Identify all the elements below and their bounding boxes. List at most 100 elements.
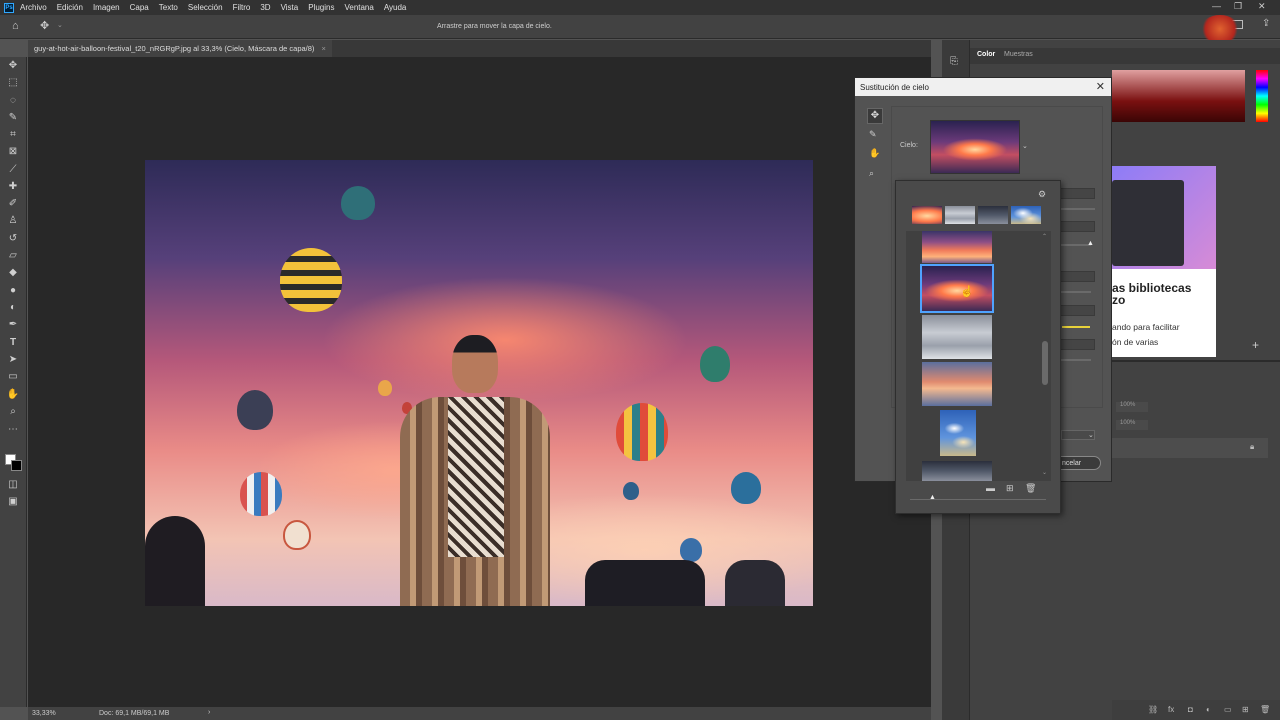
home-icon[interactable]: ⌂ — [12, 20, 19, 32]
quick-select-tool[interactable]: ✎ — [6, 111, 20, 125]
move-tool-icon[interactable]: ✥ — [40, 19, 49, 32]
pen-tool[interactable]: ✒ — [6, 318, 20, 332]
new-sky-icon[interactable]: ⊞ — [1006, 483, 1014, 494]
opacity-field[interactable]: 100% — [1116, 402, 1148, 412]
link-layers-icon[interactable]: ⛓ — [1148, 705, 1158, 714]
hand-tool-icon[interactable]: ✋ — [869, 148, 880, 159]
adjustment-icon[interactable]: ◐ — [1206, 705, 1211, 714]
restore-button[interactable]: ❐ — [1234, 1, 1242, 12]
settings-gear-icon[interactable]: ⚙ — [1038, 189, 1046, 200]
output-dropdown[interactable]: ⌄ — [1061, 430, 1095, 440]
chevron-down-icon[interactable]: ⌄ — [57, 21, 63, 29]
history-panel-icon[interactable]: ⎘ — [950, 56, 958, 67]
thumbnail-size-thumb[interactable]: ▲ — [929, 494, 936, 501]
blur-tool[interactable]: ● — [6, 284, 20, 298]
frame-tool[interactable]: ⊠ — [6, 145, 20, 159]
marquee-tool[interactable]: ⬚ — [6, 76, 20, 90]
preset-group-grey-blue[interactable] — [978, 206, 1008, 224]
layer-row[interactable]: 🔒︎ — [1112, 438, 1268, 458]
menu-seleccion[interactable]: Selección — [188, 3, 223, 12]
minimize-button[interactable]: — — [1212, 1, 1221, 11]
menu-imagen[interactable]: Imagen — [93, 3, 120, 12]
dialog-field-4[interactable] — [1055, 305, 1095, 316]
menu-ventana[interactable]: Ventana — [344, 3, 373, 12]
menu-ayuda[interactable]: Ayuda — [384, 3, 407, 12]
list-scrollbar-thumb[interactable] — [1042, 341, 1048, 385]
document-image[interactable] — [145, 160, 813, 606]
menu-plugins[interactable]: Plugins — [308, 3, 334, 12]
sky-thumbnail-1[interactable] — [922, 231, 992, 263]
close-window-button[interactable]: ✕ — [1258, 1, 1266, 12]
sky-thumbnail-2-selected[interactable]: ☝ — [920, 264, 994, 313]
trash-icon[interactable]: 🗑︎ — [1260, 705, 1270, 714]
sky-thumbnail-list[interactable]: ☝ — [906, 231, 1051, 481]
tab-muestras[interactable]: Muestras — [1004, 51, 1033, 58]
color-picker-field[interactable] — [1112, 70, 1245, 122]
tab-color[interactable]: Color — [977, 51, 995, 58]
preset-group-grey[interactable] — [945, 206, 975, 224]
zoom-tool-icon[interactable]: ⌕ — [869, 168, 874, 179]
sky-move-tool[interactable]: ✥ — [867, 108, 883, 124]
sky-thumbnail-3[interactable] — [922, 315, 992, 359]
menu-capa[interactable]: Capa — [130, 3, 149, 12]
sky-thumbnail-6[interactable] — [922, 461, 992, 481]
menu-filtro[interactable]: Filtro — [233, 3, 251, 12]
slider-thumb-icon[interactable]: ▲ — [1087, 240, 1094, 247]
group-icon[interactable]: ▭ — [1224, 705, 1232, 714]
sky-dropdown-arrow[interactable]: ⌄ — [1022, 142, 1028, 150]
sky-brush-tool[interactable]: ✎ — [869, 129, 877, 140]
menu-texto[interactable]: Texto — [159, 3, 178, 12]
paint-bucket-tool[interactable]: ◆ — [6, 266, 20, 280]
dialog-slider-1[interactable] — [1055, 208, 1095, 210]
healing-brush-tool[interactable]: ✚ — [6, 180, 20, 194]
preset-group-blue[interactable] — [1011, 206, 1041, 224]
menu-3d[interactable]: 3D — [260, 3, 270, 12]
share-icon[interactable]: ⇪ — [1262, 18, 1270, 29]
lasso-tool[interactable]: ◌ — [6, 94, 20, 108]
background-color-swatch[interactable] — [11, 460, 22, 471]
mask-icon[interactable]: ◘ — [1188, 705, 1193, 714]
dialog-field-1[interactable] — [1055, 188, 1095, 199]
hue-slider[interactable] — [1256, 70, 1268, 122]
menu-archivo[interactable]: Archivo — [20, 3, 47, 12]
new-layer-icon[interactable]: ⊞ — [1242, 705, 1249, 714]
dialog-field-3[interactable] — [1055, 271, 1095, 282]
zoom-tool[interactable]: ⌕ — [6, 405, 20, 419]
clone-stamp-tool[interactable]: ♙ — [6, 214, 20, 228]
new-folder-icon[interactable]: ▬ — [986, 483, 995, 493]
zoom-level[interactable]: 33,33% — [32, 710, 56, 717]
delete-sky-icon[interactable]: 🗑︎ — [1025, 483, 1036, 494]
rectangle-tool[interactable]: ▭ — [6, 370, 20, 384]
more-tools-icon[interactable]: ⋯ — [6, 423, 20, 437]
dialog-close-button[interactable]: ✕ — [1096, 80, 1105, 93]
dialog-field-2[interactable] — [1055, 221, 1095, 232]
sky-thumbnail-5[interactable] — [940, 410, 976, 456]
dodge-tool[interactable]: ◐ — [6, 301, 20, 315]
screen-mode-icon[interactable]: ▣ — [6, 495, 20, 509]
hand-tool[interactable]: ✋ — [6, 388, 20, 402]
menu-edicion[interactable]: Edición — [57, 3, 83, 12]
eyedropper-tool[interactable]: ⟋ — [6, 163, 20, 177]
tab-close-icon[interactable]: × — [321, 44, 325, 53]
history-brush-tool[interactable]: ↺ — [6, 232, 20, 246]
eraser-tool[interactable]: ▱ — [6, 249, 20, 263]
sky-thumbnail-4[interactable] — [922, 362, 992, 406]
quick-mask-icon[interactable]: ◫ — [6, 478, 20, 492]
status-menu-arrow[interactable]: › — [208, 709, 210, 716]
path-select-tool[interactable]: ➤ — [6, 353, 20, 367]
color-adjust-slider[interactable] — [1062, 326, 1090, 328]
menu-vista[interactable]: Vista — [281, 3, 299, 12]
fx-icon[interactable]: fx — [1168, 705, 1174, 714]
fill-field[interactable]: 100% — [1116, 420, 1148, 430]
move-tool[interactable]: ✥ — [6, 59, 20, 73]
dialog-field-5[interactable] — [1055, 339, 1095, 350]
scroll-up-arrow[interactable]: ⌃ — [1042, 233, 1047, 240]
brush-tool[interactable]: ✐ — [6, 197, 20, 211]
type-tool[interactable]: T — [6, 336, 20, 350]
preset-group-sunset[interactable] — [912, 206, 942, 224]
document-tab[interactable]: guy-at-hot-air-balloon-festival_t20_nRGR… — [28, 40, 332, 57]
add-icon[interactable]: + — [1252, 338, 1259, 352]
crop-tool[interactable]: ⌗ — [6, 128, 20, 142]
sky-preview-thumbnail[interactable] — [930, 120, 1020, 174]
canvas-area[interactable] — [28, 57, 931, 707]
